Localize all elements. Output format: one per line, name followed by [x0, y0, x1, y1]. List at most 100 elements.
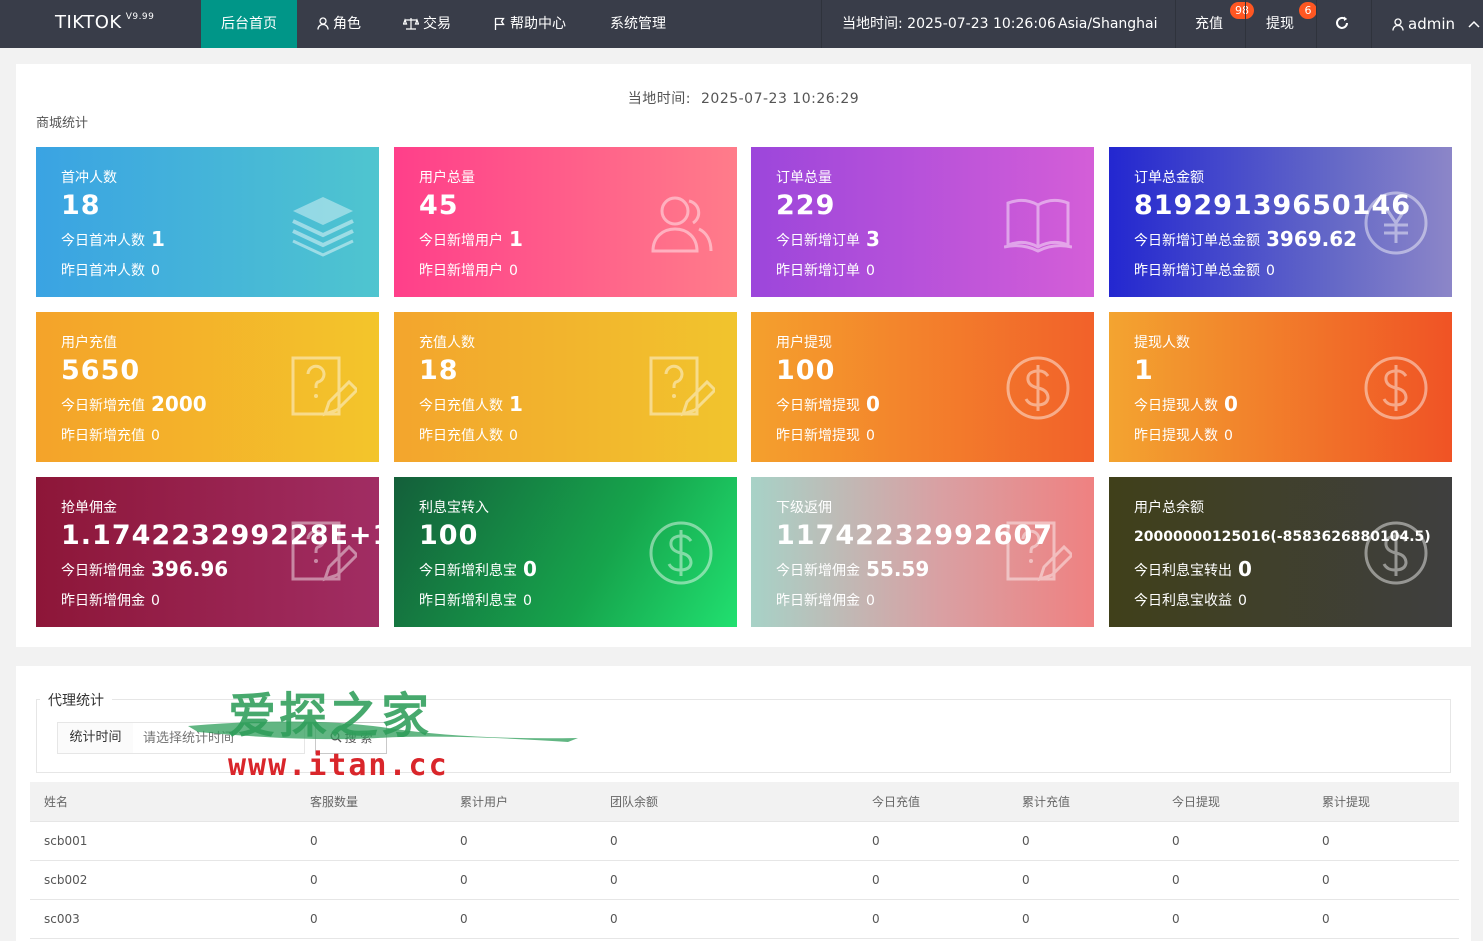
card-yesterday-value: 0: [509, 428, 518, 444]
dollar-icon: [1362, 354, 1430, 422]
table-cell: 0: [596, 821, 858, 861]
divider: [1245, 0, 1246, 48]
divider: [1371, 0, 1372, 48]
card-today-label: 今日首冲人数: [61, 233, 145, 249]
col-total-withdraw[interactable]: 累计提现: [1308, 782, 1459, 822]
card-today: 今日新增订单总金额 3969.62: [1134, 227, 1357, 251]
recharge-badge: 98: [1230, 2, 1254, 19]
header-time-text: 当地时间: 2025-07-23 10:26:06: [842, 16, 1056, 32]
book-icon: [1003, 189, 1073, 257]
nav-roles[interactable]: 角色: [317, 0, 361, 48]
question-edit-icon: [289, 354, 360, 422]
card-today-label: 今日新增订单: [776, 233, 860, 249]
table-cell: 0: [1308, 899, 1459, 939]
col-total-recharge[interactable]: 累计充值: [1008, 782, 1158, 822]
refresh-button[interactable]: [1335, 0, 1353, 48]
col-staff-count[interactable]: 客服数量: [296, 782, 446, 822]
question-edit-icon: [1004, 519, 1075, 587]
card-today-value: 0: [1224, 392, 1238, 416]
stat-card: 订单总量 229 今日新增订单 3 昨日新增订单 0: [751, 147, 1094, 297]
users-icon: [647, 189, 715, 257]
table-cell: 0: [446, 860, 596, 900]
local-time: 当地时间: 2025-07-23 10:26:29: [16, 88, 1471, 108]
col-today-recharge[interactable]: 今日充值: [858, 782, 1008, 822]
card-today-value: 1: [151, 227, 165, 251]
nav-help[interactable]: 帮助中心: [494, 0, 566, 48]
card-yesterday: 昨日新增订单 0: [776, 260, 875, 280]
card-yesterday-value: 0: [866, 428, 875, 444]
user-menu[interactable]: admin: [1392, 0, 1483, 48]
withdraw-label: 提现: [1266, 16, 1294, 32]
card-today-value: 0: [866, 392, 880, 416]
dollar-icon: [1004, 354, 1072, 422]
divider: [821, 0, 822, 48]
table-cell: 0: [1158, 899, 1308, 939]
card-title: 用户充值: [61, 335, 117, 351]
card-yesterday: 昨日新增佣金 0: [61, 590, 160, 610]
card-title: 订单总金额: [1134, 170, 1204, 186]
table-row[interactable]: scb002 0 0 0 0 0 0 0: [30, 860, 1459, 900]
col-team-balance[interactable]: 团队余额: [596, 782, 858, 822]
card-yesterday-label: 昨日新增利息宝: [419, 593, 517, 609]
table-row[interactable]: scb001 0 0 0 0 0 0 0: [30, 821, 1459, 861]
col-total-users[interactable]: 累计用户: [446, 782, 596, 822]
question-edit-icon: [647, 354, 718, 422]
section-title: 商城统计: [36, 116, 89, 131]
username: admin: [1408, 15, 1455, 33]
card-today: 今日新增提现 0: [776, 392, 880, 416]
card-title: 充值人数: [419, 335, 475, 351]
card-today-label: 今日新增用户: [419, 233, 503, 249]
dollar-icon: [1362, 519, 1430, 587]
card-yesterday-label: 昨日充值人数: [419, 428, 503, 444]
nav-home[interactable]: 后台首页: [201, 0, 297, 48]
card-today: 今日利息宝转出 0: [1134, 557, 1252, 581]
card-yesterday: 昨日新增充值 0: [61, 425, 160, 445]
table-row[interactable]: sc003 0 0 0 0 0 0 0: [30, 899, 1459, 939]
stat-card: 用户充值 5650 今日新增充值 2000 昨日新增充值 0: [36, 312, 379, 462]
col-name[interactable]: 姓名: [30, 782, 296, 822]
card-yesterday-value: 0: [866, 593, 875, 609]
card-yesterday-label: 昨日新增订单: [776, 263, 860, 279]
card-yesterday-label: 昨日新增佣金: [61, 593, 145, 609]
card-yesterday-value: 0: [509, 263, 518, 279]
recharge-link[interactable]: 充值: [1195, 0, 1223, 48]
local-time-value: 2025-07-23 10:26:29: [701, 91, 860, 107]
table-cell: 0: [1158, 821, 1308, 861]
header-local-time: 当地时间: 2025-07-23 10:26:06: [842, 0, 1056, 48]
card-yesterday-label: 昨日新增订单总金额: [1134, 263, 1260, 279]
table-cell: 0: [858, 860, 1008, 900]
agent-table: 姓名 客服数量 累计用户 团队余额 今日充值 累计充值 今日提现 累计提现 sc…: [30, 782, 1459, 939]
card-yesterday-value: 0: [1266, 263, 1275, 279]
nav-system[interactable]: 系统管理: [610, 0, 666, 48]
search-button[interactable]: 搜 索: [315, 722, 387, 754]
logo-text: TIKTOK: [55, 12, 122, 33]
stat-card: 下级返佣 11742232992607 今日新增佣金 55.59 昨日新增佣金 0: [751, 477, 1094, 627]
logo[interactable]: TIKTOK V9.99: [55, 12, 154, 33]
nav-help-label: 帮助中心: [510, 16, 566, 32]
table-cell: 0: [446, 821, 596, 861]
card-yesterday: 昨日新增订单总金额 0: [1134, 260, 1275, 280]
card-today: 今日首冲人数 1: [61, 227, 165, 251]
card-title: 首冲人数: [61, 170, 117, 186]
withdraw-badge: 6: [1299, 2, 1317, 19]
card-yesterday-label: 昨日提现人数: [1134, 428, 1218, 444]
nav-trade[interactable]: 交易: [402, 0, 451, 48]
card-yesterday: 昨日新增用户 0: [419, 260, 518, 280]
card-yesterday: 昨日提现人数 0: [1134, 425, 1233, 445]
search-label: 搜 索: [344, 731, 373, 745]
date-range-input[interactable]: [133, 722, 305, 754]
card-title: 用户提现: [776, 335, 832, 351]
nav-system-label: 系统管理: [610, 16, 666, 32]
card-today: 今日新增充值 2000: [61, 392, 207, 416]
card-yesterday: 昨日新增佣金 0: [776, 590, 875, 610]
table-cell: 0: [1308, 860, 1459, 900]
withdraw-link[interactable]: 提现: [1266, 0, 1294, 48]
card-today-label: 今日充值人数: [419, 398, 503, 414]
table-cell: 0: [1308, 821, 1459, 861]
table-cell: 0: [296, 860, 446, 900]
card-today-label: 今日新增提现: [776, 398, 860, 414]
col-today-withdraw[interactable]: 今日提现: [1158, 782, 1308, 822]
card-today: 今日充值人数 1: [419, 392, 523, 416]
yen-icon: [1362, 189, 1430, 257]
table-cell: 0: [858, 821, 1008, 861]
